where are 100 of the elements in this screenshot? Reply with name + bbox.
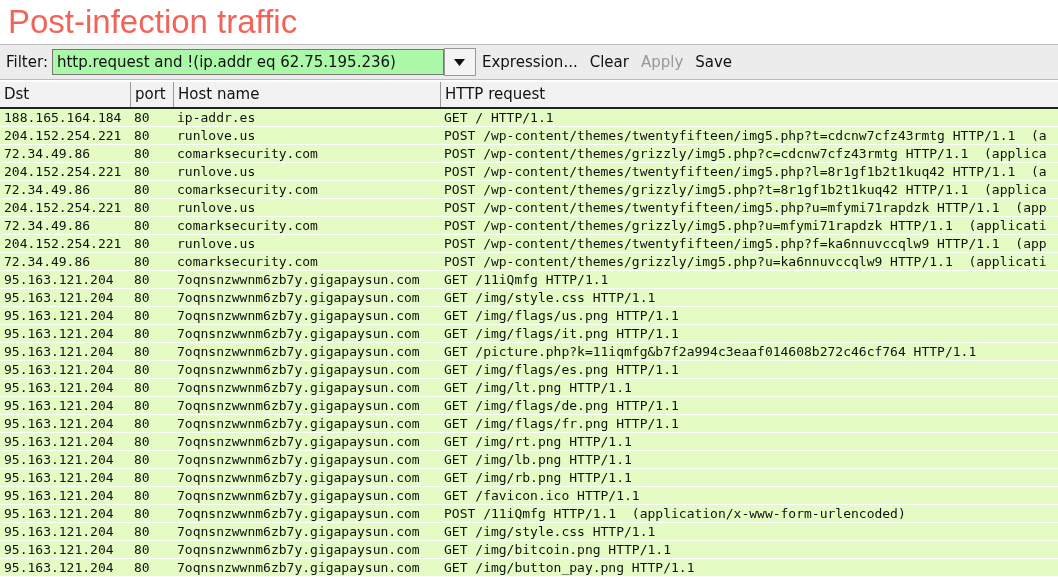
table-row[interactable]: 95.163.121.204 80 7oqnsnzwwnm6zb7y.gigapaysun.com GET /img/style.css HTTP/1.1	[0, 289, 1058, 307]
table-cell-text: 80	[133, 523, 151, 540]
table-row[interactable]: 95.163.121.204 80 7oqnsnzwwnm6zb7y.gigapaysun.com GET /img/flags/de.png HTTP/1.1	[0, 397, 1058, 415]
table-row[interactable]: 95.163.121.204 80 7oqnsnzwwnm6zb7y.gigapaysun.com GET /img/flags/fr.png HTTP/1.1	[0, 415, 1058, 433]
table-cell-text: 7oqnsnzwwnm6zb7y.gigapaysun.com	[176, 487, 421, 504]
page-title: Post-infection traffic	[7, 2, 298, 42]
toolbar-button[interactable]: Expression...	[477, 51, 586, 73]
table-cell-text: 95.163.121.204	[3, 541, 115, 558]
table-cell-text: 72.34.49.86	[3, 145, 92, 162]
table-cell-text: GET /img/button_pay.png HTTP/1.1	[443, 559, 696, 576]
table-cell-text: 204.152.254.221	[3, 163, 123, 180]
table-cell-text: 95.163.121.204	[3, 487, 115, 504]
table-cell-text: GET /img/style.css HTTP/1.1	[443, 523, 657, 540]
table-row[interactable]: 95.163.121.204 80 7oqnsnzwwnm6zb7y.gigapaysun.com GET /favicon.ico HTTP/1.1	[0, 487, 1058, 505]
table-row[interactable]: 72.34.49.86 80 comarksecurity.com POST /wp-content/themes/grizzly/img5.php?c=cdcnw7cfz43rmtg HTTP/1.1 (applica	[0, 145, 1058, 163]
table-row[interactable]: 72.34.49.86 80 comarksecurity.com POST /wp-content/themes/grizzly/img5.php?t=8r1gf1b2t1kuq42 HTTP/1.1 (applica	[0, 181, 1058, 199]
table-cell-text: GET /img/bitcoin.png HTTP/1.1	[443, 541, 672, 558]
table-row[interactable]: 188.165.164.184 80 ip-addr.es GET / HTTP/1.1	[0, 109, 1058, 127]
table-cell-text: 95.163.121.204	[3, 397, 115, 414]
table-row[interactable]: 95.163.121.204 80 7oqnsnzwwnm6zb7y.gigapaysun.com GET /picture.php?k=11iqmfg&b7f2a994c3eaaf014608b272c46cf764 HTTP/1.1	[0, 343, 1058, 361]
table-cell-text: 7oqnsnzwwnm6zb7y.gigapaysun.com	[176, 289, 421, 306]
table-row[interactable]: 72.34.49.86 80 comarksecurity.com POST /wp-content/themes/grizzly/img5.php?u=mfymi71rapdzk HTTP/1.1 (applicati	[0, 217, 1058, 235]
table-cell-text: 7oqnsnzwwnm6zb7y.gigapaysun.com	[176, 379, 421, 396]
table-row[interactable]: 95.163.121.204 80 7oqnsnzwwnm6zb7y.gigapaysun.com GET /img/flags/us.png HTTP/1.1	[0, 307, 1058, 325]
table-row[interactable]: 95.163.121.204 80 7oqnsnzwwnm6zb7y.gigapaysun.com GET /img/lb.png HTTP/1.1	[0, 451, 1058, 469]
table-cell-text: 80	[133, 289, 151, 306]
table-cell-text: 80	[133, 163, 151, 180]
table-cell-text: runlove.us	[176, 127, 257, 144]
table-cell-text: GET /img/rt.png HTTP/1.1	[443, 433, 633, 450]
table-row[interactable]: 95.163.121.204 80 7oqnsnzwwnm6zb7y.gigapaysun.com POST /11iQmfg HTTP/1.1 (application/x-www-form-urlencoded)	[0, 505, 1058, 523]
table-cell-text: 204.152.254.221	[3, 235, 123, 252]
table-cell-text: POST /wp-content/themes/twentyfifteen/img5.php?u=mfymi71rapdzk HTTP/1.1 (app	[443, 199, 1048, 216]
table-cell-text: 95.163.121.204	[3, 289, 115, 306]
table-row[interactable]: 95.163.121.204 80 7oqnsnzwwnm6zb7y.gigapaysun.com GET /img/bitcoin.png HTTP/1.1	[0, 541, 1058, 559]
table-cell-text: 7oqnsnzwwnm6zb7y.gigapaysun.com	[176, 307, 421, 324]
table-row[interactable]: 72.34.49.86 80 comarksecurity.com POST /wp-content/themes/grizzly/img5.php?u=ka6nnuvccqlw9 HTTP/1.1 (applicati	[0, 253, 1058, 271]
table-cell-text: 95.163.121.204	[3, 325, 115, 342]
table-row[interactable]: 95.163.121.204 80 7oqnsnzwwnm6zb7y.gigapaysun.com GET /img/rt.png HTTP/1.1	[0, 433, 1058, 451]
table-cell-text: comarksecurity.com	[176, 145, 319, 162]
dropdown-button[interactable]	[443, 48, 476, 76]
table-cell-text: 7oqnsnzwwnm6zb7y.gigapaysun.com	[176, 361, 421, 378]
table-row[interactable]: 95.163.121.204 80 7oqnsnzwwnm6zb7y.gigapaysun.com GET /11iQmfg HTTP/1.1	[0, 271, 1058, 289]
table-row[interactable]: 95.163.121.204 80 7oqnsnzwwnm6zb7y.gigapaysun.com GET /img/flags/it.png HTTP/1.1	[0, 325, 1058, 343]
table-cell-text: GET /img/rb.png HTTP/1.1	[443, 469, 633, 486]
table-cell-text: 95.163.121.204	[3, 433, 115, 450]
table-cell-text: POST /wp-content/themes/grizzly/img5.php?u=ka6nnuvccqlw9 HTTP/1.1 (applicati	[443, 253, 1048, 270]
table-cell-text: 80	[133, 451, 151, 468]
table-cell-text: 7oqnsnzwwnm6zb7y.gigapaysun.com	[176, 325, 421, 342]
table-cell-text: 72.34.49.86	[3, 217, 92, 234]
table-cell-text: GET /img/lb.png HTTP/1.1	[443, 451, 633, 468]
table-cell-text: POST /wp-content/themes/grizzly/img5.php?t=8r1gf1b2t1kuq42 HTTP/1.1 (applica	[443, 181, 1048, 198]
table-cell-text: comarksecurity.com	[176, 253, 319, 270]
filter-field[interactable]: http.request and !(ip.addr eq 62.75.195.236)	[51, 49, 444, 75]
table-cell-text: 80	[133, 109, 151, 126]
table-cell-text: GET /img/flags/it.png HTTP/1.1	[443, 325, 680, 342]
table-cell-text: POST /wp-content/themes/grizzly/img5.php?c=cdcnw7cfz43rmtg HTTP/1.1 (applica	[443, 145, 1048, 162]
table-cell-text: 80	[133, 217, 151, 234]
table-cell-text: 188.165.164.184	[3, 109, 123, 126]
table-cell-text: POST /wp-content/themes/twentyfifteen/img5.php?f=ka6nnuvccqlw9 HTTP/1.1 (app	[443, 235, 1048, 252]
table-cell-text: GET /img/style.css HTTP/1.1	[443, 289, 657, 306]
table-row[interactable]: 204.152.254.221 80 runlove.us POST /wp-content/themes/twentyfifteen/img5.php?u=mfymi71rapdzk HTTP/1.1 (app	[0, 199, 1058, 217]
table-row[interactable]: 95.163.121.204 80 7oqnsnzwwnm6zb7y.gigapaysun.com GET /img/lt.png HTTP/1.1	[0, 379, 1058, 397]
table-cell-text: GET /img/flags/us.png HTTP/1.1	[443, 307, 680, 324]
table-cell-text: runlove.us	[176, 199, 257, 216]
table-cell-text: 80	[133, 361, 151, 378]
column-header[interactable]: port	[130, 82, 173, 107]
table-cell-text: GET /picture.php?k=11iqmfg&b7f2a994c3eaaf014608b272c46cf764 HTTP/1.1	[443, 343, 978, 360]
table-cell-text: 7oqnsnzwwnm6zb7y.gigapaysun.com	[176, 451, 421, 468]
table-cell-text: 95.163.121.204	[3, 469, 115, 486]
table-row[interactable]: 204.152.254.221 80 runlove.us POST /wp-content/themes/twentyfifteen/img5.php?l=8r1gf1b2t1kuq42 HTTP/1.1 (a	[0, 163, 1058, 181]
column-header[interactable]: HTTP request	[440, 82, 1058, 107]
table-cell-text: 80	[133, 397, 151, 414]
table-cell-text: 80	[133, 343, 151, 360]
table-cell-text: 204.152.254.221	[3, 127, 123, 144]
column-header[interactable]: Host name	[173, 82, 440, 107]
table-cell-text: GET /img/flags/fr.png HTTP/1.1	[443, 415, 680, 432]
table-cell-text: 7oqnsnzwwnm6zb7y.gigapaysun.com	[176, 559, 421, 576]
table-row[interactable]: 95.163.121.204 80 7oqnsnzwwnm6zb7y.gigapaysun.com GET /img/style.css HTTP/1.1	[0, 523, 1058, 541]
table-cell-text: 80	[133, 271, 151, 288]
table-cell-text: 7oqnsnzwwnm6zb7y.gigapaysun.com	[176, 505, 421, 522]
column-header[interactable]: Dst	[0, 82, 130, 107]
table-cell-text: ip-addr.es	[176, 109, 257, 126]
table-cell-text: comarksecurity.com	[176, 217, 319, 234]
table-cell-text: 7oqnsnzwwnm6zb7y.gigapaysun.com	[176, 343, 421, 360]
table-row[interactable]: 204.152.254.221 80 runlove.us POST /wp-content/themes/twentyfifteen/img5.php?t=cdcnw7cfz43rmtg HTTP/1.1 (a	[0, 127, 1058, 145]
table-row[interactable]: 95.163.121.204 80 7oqnsnzwwnm6zb7y.gigapaysun.com GET /img/flags/es.png HTTP/1.1	[0, 361, 1058, 379]
table-cell-text: 7oqnsnzwwnm6zb7y.gigapaysun.com	[176, 397, 421, 414]
table-cell-text: GET /img/lt.png HTTP/1.1	[443, 379, 633, 396]
table-row[interactable]: 204.152.254.221 80 runlove.us POST /wp-content/themes/twentyfifteen/img5.php?f=ka6nnuvccqlw9 HTTP/1.1 (app	[0, 235, 1058, 253]
table-cell-text: 7oqnsnzwwnm6zb7y.gigapaysun.com	[176, 415, 421, 432]
table-cell-text: 7oqnsnzwwnm6zb7y.gigapaysun.com	[176, 469, 421, 486]
table-row[interactable]: 95.163.121.204 80 7oqnsnzwwnm6zb7y.gigapaysun.com GET /img/button_pay.png HTTP/1.1	[0, 559, 1058, 577]
toolbar-button[interactable]: Save	[691, 51, 741, 73]
table-cell-text: POST /wp-content/themes/twentyfifteen/img5.php?t=cdcnw7cfz43rmtg HTTP/1.1 (a	[443, 127, 1048, 144]
toolbar-button[interactable]: Clear	[585, 51, 637, 73]
table-cell-text: 95.163.121.204	[3, 451, 115, 468]
table-cell-text: comarksecurity.com	[176, 181, 319, 198]
table-cell-text: 7oqnsnzwwnm6zb7y.gigapaysun.com	[176, 523, 421, 540]
table-row[interactable]: 95.163.121.204 80 7oqnsnzwwnm6zb7y.gigapaysun.com GET /img/rb.png HTTP/1.1	[0, 469, 1058, 487]
table-cell-text: 80	[133, 181, 151, 198]
